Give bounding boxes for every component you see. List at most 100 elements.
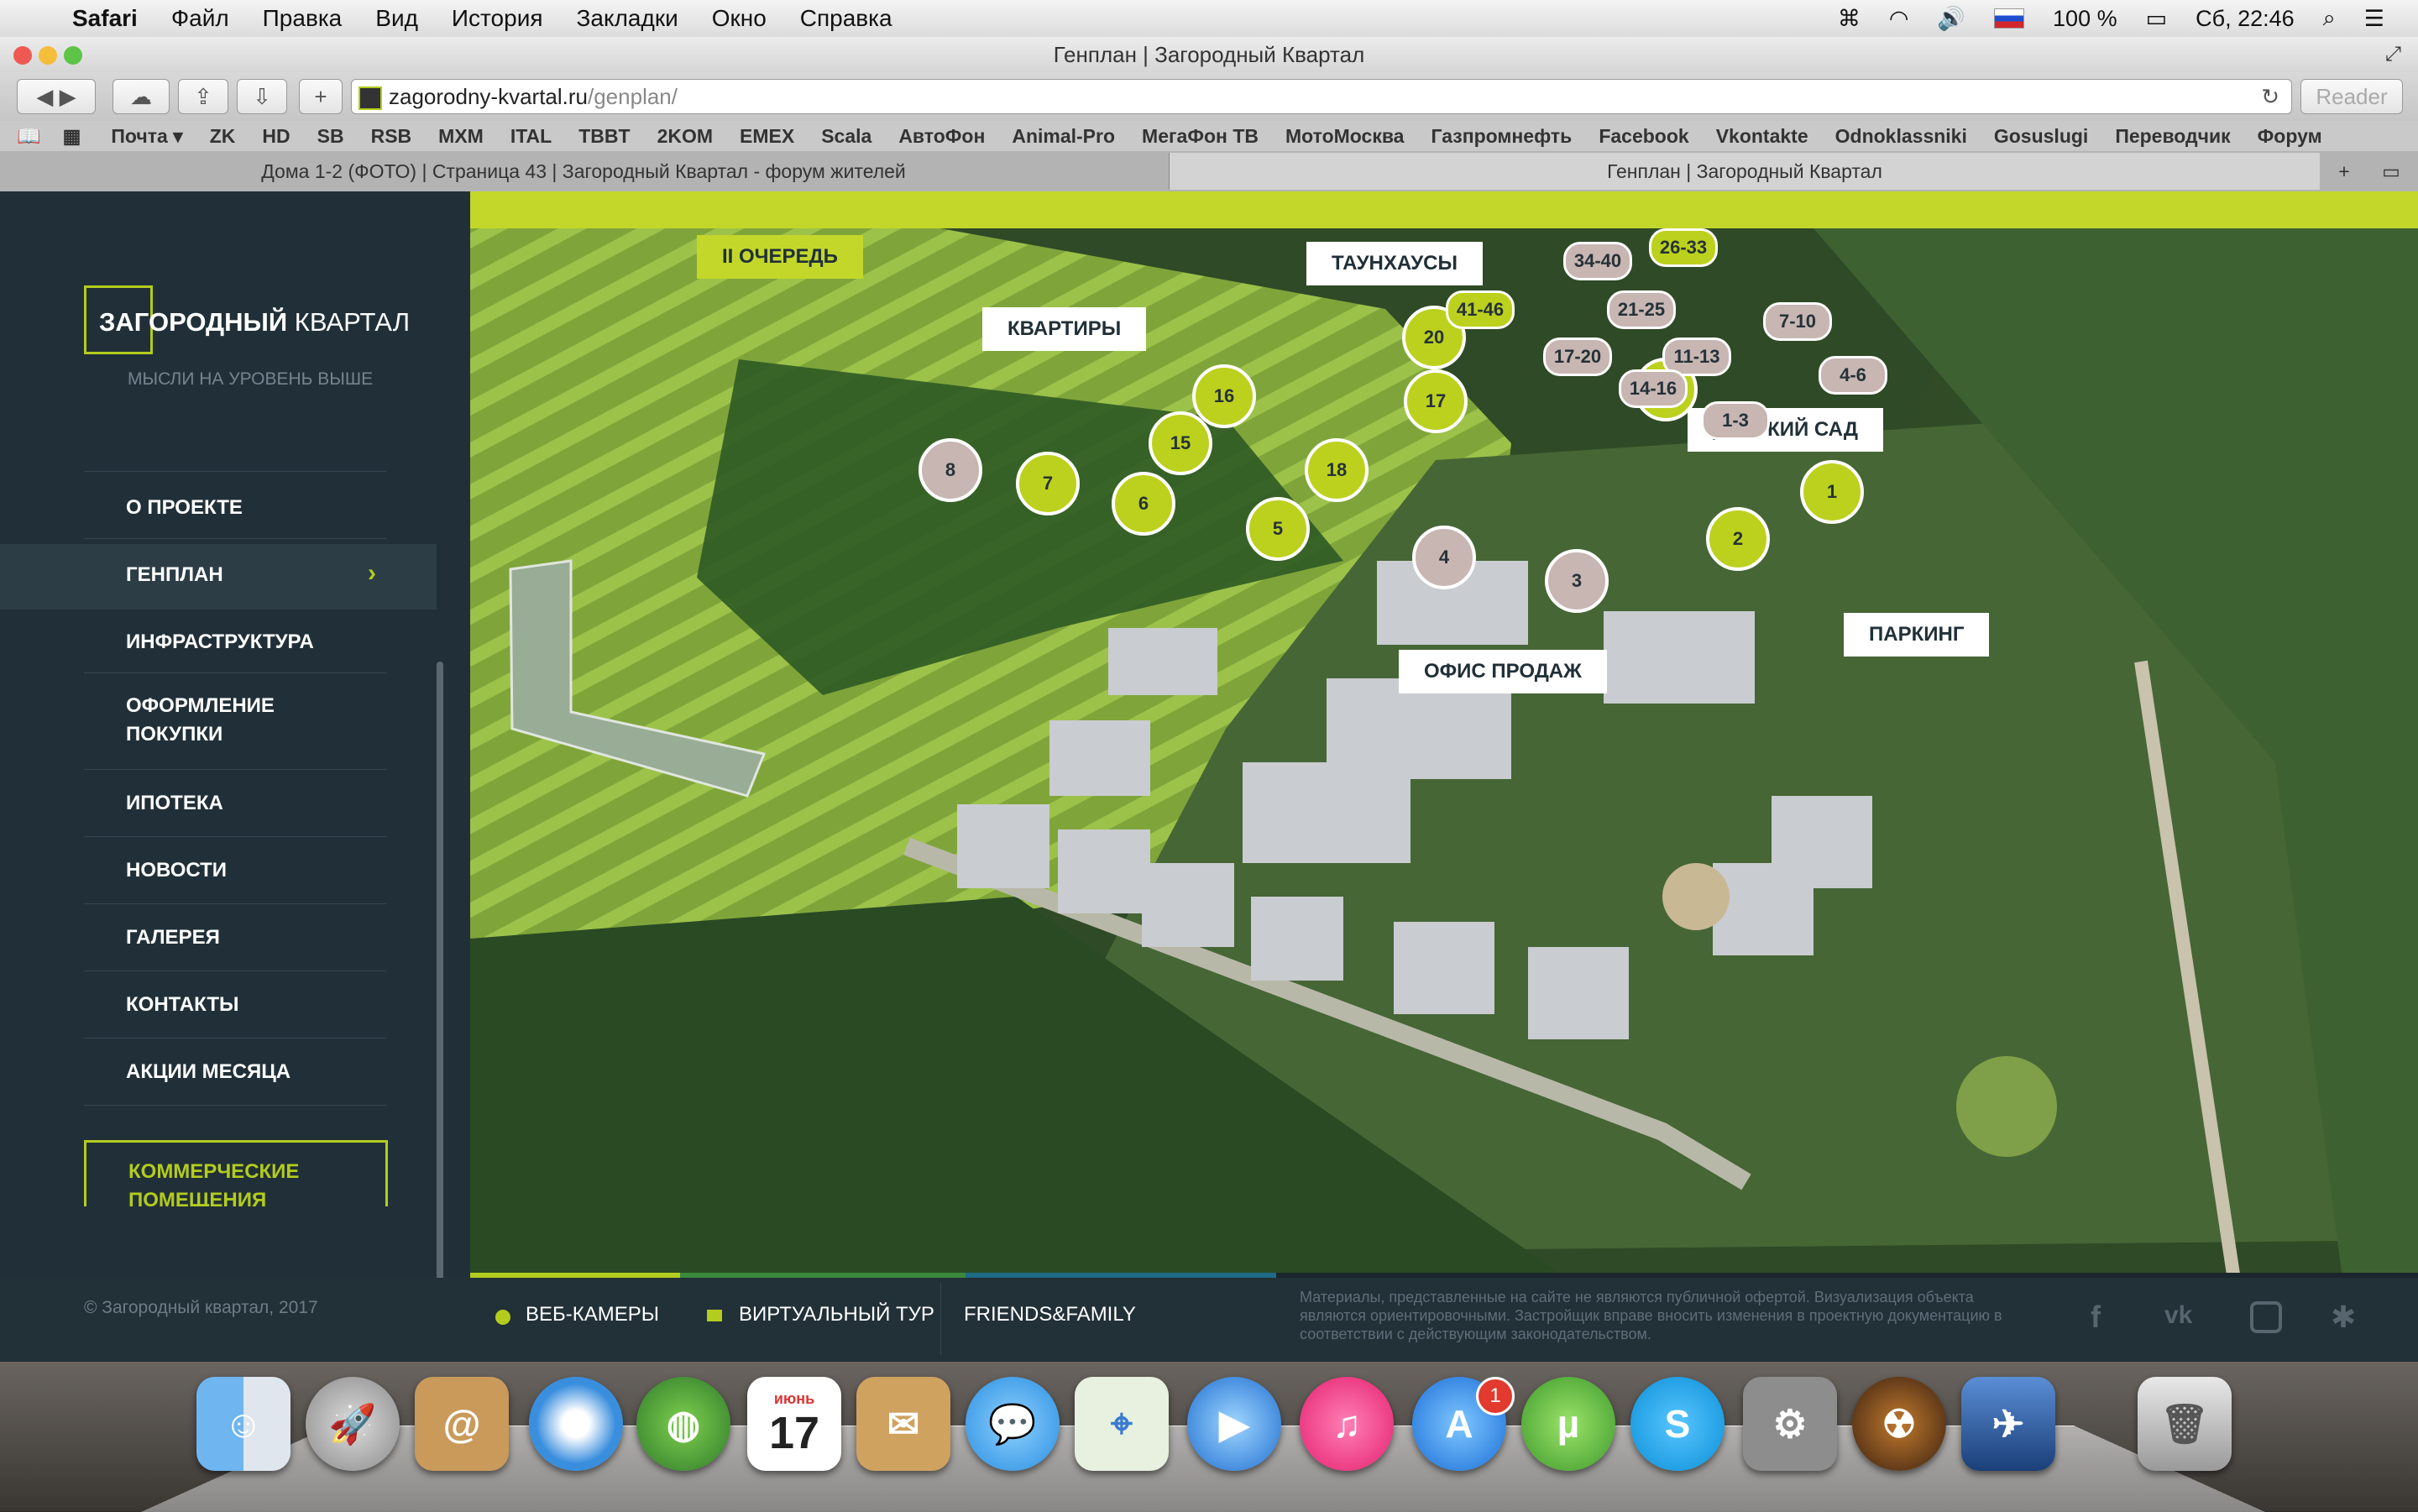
bookmark-item[interactable]: Animal-Pro (1012, 125, 1115, 148)
label-parking[interactable]: ПАРКИНГ (1844, 613, 1990, 657)
share-button[interactable]: ⇪ (178, 79, 228, 114)
menu-view[interactable]: Вид (375, 5, 418, 32)
building-pin-7[interactable]: 7 (1016, 452, 1080, 515)
menu-file[interactable]: Файл (171, 5, 229, 32)
close-window-button[interactable] (13, 46, 32, 65)
bookmark-item[interactable]: SB (317, 125, 344, 148)
calendar-icon[interactable]: июнь 17 (747, 1377, 841, 1471)
fallout-game-icon[interactable]: ☢ (1852, 1377, 1946, 1471)
bookmark-item[interactable]: Переводчик (2115, 125, 2230, 148)
downloads-button[interactable]: ⇩ (237, 79, 287, 114)
building-pin-4[interactable]: 4 (1412, 526, 1476, 589)
building-pin-16[interactable]: 16 (1192, 364, 1256, 428)
app-menu[interactable]: Safari (72, 5, 138, 32)
nav-genplan[interactable]: ГЕНПЛАН (126, 561, 223, 589)
quicktime-icon[interactable]: ▶ (1187, 1377, 1281, 1471)
nav-contacts[interactable]: КОНТАКТЫ (126, 991, 239, 1019)
back-forward-buttons[interactable]: ◀ ▶ (17, 79, 96, 114)
townhouse-pin-17-20[interactable]: 17-20 (1543, 337, 1612, 376)
building-pin-1[interactable]: 1 (1800, 460, 1864, 524)
bookmark-item[interactable]: Почта ▾ (111, 125, 182, 148)
bookmark-item[interactable]: ITAL (510, 125, 552, 148)
itunes-icon[interactable]: ♫ (1300, 1377, 1394, 1471)
townhouse-pin-34-40[interactable]: 34-40 (1563, 242, 1632, 280)
mail-icon[interactable]: ✉ (856, 1377, 950, 1471)
bookmark-item[interactable]: ZK (210, 125, 236, 148)
nav-mortgage[interactable]: ИПОТЕКА (126, 789, 223, 818)
townhouse-pin-21-25[interactable]: 21-25 (1607, 290, 1676, 329)
commercial-button[interactable]: КОММЕРЧЕСКИЕ ПОМЕЩЕНИЯ (84, 1140, 388, 1206)
townhouse-pin-7-10[interactable]: 7-10 (1763, 302, 1832, 341)
clock[interactable]: Сб, 22:46 (2196, 6, 2295, 32)
townhouse-pin-14-16[interactable]: 14-16 (1619, 369, 1688, 408)
vkontakte-icon[interactable]: vk (2164, 1301, 2192, 1330)
developer-ant-icon[interactable]: ✱ (2331, 1300, 2356, 1335)
menu-help[interactable]: Справка (800, 5, 892, 32)
building-pin-2[interactable]: 2 (1706, 507, 1770, 571)
bookmark-item[interactable]: TBBT (578, 125, 630, 148)
reader-button[interactable]: Reader (2300, 79, 2403, 114)
menu-edit[interactable]: Правка (263, 5, 343, 32)
flight-game-icon[interactable]: ✈ (1961, 1377, 2055, 1471)
input-source-icon[interactable]: ⌘ (1838, 6, 1861, 32)
label-sales-office[interactable]: ОФИС ПРОДАЖ (1399, 650, 1607, 693)
building-pin-17[interactable]: 17 (1404, 369, 1468, 433)
friends-family-link[interactable]: FRIENDS&FAMILY (964, 1303, 1136, 1326)
russian-flag-icon[interactable] (1994, 8, 2025, 29)
bookmark-item[interactable]: АвтоФон (898, 125, 985, 148)
townhouse-pin-4-6[interactable]: 4-6 (1819, 356, 1887, 395)
reload-icon[interactable]: ↻ (2261, 80, 2279, 113)
site-logo[interactable]: ЗАГОРОДНЫЙ КВАРТАЛ (99, 307, 410, 337)
tab-overview-icon[interactable]: ▭ (2374, 153, 2408, 190)
label-queue2[interactable]: II ОЧЕРЕДЬ (697, 235, 863, 279)
icloud-tabs-button[interactable]: ☁ (113, 79, 170, 114)
tab-genplan[interactable]: Генплан | Загородный Квартал (1169, 153, 2320, 190)
menu-bookmarks[interactable]: Закладки (577, 5, 678, 32)
bookmark-item[interactable]: EMEX (740, 125, 794, 148)
townhouse-pin-41-46[interactable]: 41-46 (1446, 290, 1515, 329)
minimize-window-button[interactable] (39, 46, 57, 65)
facebook-icon[interactable]: f (2091, 1300, 2101, 1335)
spotlight-icon[interactable]: ⌕ (2323, 5, 2336, 32)
bookmark-item[interactable]: RSB (371, 125, 412, 148)
reading-list-icon[interactable]: 📖 (17, 125, 41, 148)
building-pin-3[interactable]: 3 (1545, 549, 1609, 613)
nav-purchase[interactable]: ОФОРМЛЕНИЕ ПОКУПКИ (126, 692, 275, 749)
finder-icon[interactable]: ☺ (196, 1377, 290, 1471)
new-tab-button[interactable]: + (299, 79, 343, 114)
label-apartments[interactable]: КВАРТИРЫ (982, 307, 1147, 351)
building-pin-5[interactable]: 5 (1246, 497, 1310, 561)
bookmark-item[interactable]: МегаФон ТВ (1142, 125, 1259, 148)
notification-center-icon[interactable]: ☰ (2364, 6, 2384, 32)
building-pin-8[interactable]: 8 (919, 438, 982, 502)
nav-offers[interactable]: АКЦИИ МЕСЯЦА (126, 1058, 290, 1086)
bookmark-item[interactable]: Facebook (1599, 125, 1688, 148)
fullscreen-icon[interactable]: ⤢ (2385, 37, 2401, 72)
launchpad-icon[interactable]: 🚀 (306, 1377, 400, 1471)
messages-icon[interactable]: 💬 (966, 1377, 1060, 1471)
genplan-map[interactable]: II ОЧЕРЕДЬ ТАУНХАУСЫ КВАРТИРЫ ДЕТСКИЙ СА… (470, 191, 2418, 1279)
maps-icon[interactable]: ⌖ (1075, 1377, 1169, 1471)
nav-infrastructure[interactable]: ИНФРАСТРУКТУРА (126, 628, 314, 657)
bookmark-item[interactable]: Odnoklassniki (1835, 125, 1967, 148)
nav-about[interactable]: О ПРОЕКТЕ (126, 494, 243, 522)
bookmark-item[interactable]: Vkontakte (1716, 125, 1808, 148)
battery-icon[interactable]: ▭ (2146, 6, 2168, 32)
bookmark-item[interactable]: 2KOM (657, 125, 713, 148)
top-sites-icon[interactable]: ▦ (63, 125, 81, 148)
vpn-globe-icon[interactable]: ◍ (636, 1377, 730, 1471)
nav-news[interactable]: НОВОСТИ (126, 856, 227, 885)
address-bar[interactable]: zagorodny-kvartal.ru/genplan/ ↻ (351, 79, 2292, 114)
townhouse-pin-26-33[interactable]: 26-33 (1649, 228, 1718, 267)
bookmark-item[interactable]: Scala (821, 125, 871, 148)
bookmark-item[interactable]: Форум (2258, 125, 2322, 148)
townhouse-pin-1-3[interactable]: 1-3 (1701, 401, 1770, 440)
bookmark-item[interactable]: МотоМосква (1285, 125, 1404, 148)
building-pin-6[interactable]: 6 (1112, 472, 1175, 536)
instagram-icon[interactable] (2250, 1301, 2282, 1333)
trash-icon[interactable]: 🗑 (2138, 1377, 2232, 1471)
wifi-icon[interactable]: ◠ (1889, 6, 1909, 32)
contacts-icon[interactable]: @ (415, 1377, 509, 1471)
bookmark-item[interactable]: MXM (438, 125, 484, 148)
add-tab-icon[interactable]: + (2321, 153, 2368, 190)
